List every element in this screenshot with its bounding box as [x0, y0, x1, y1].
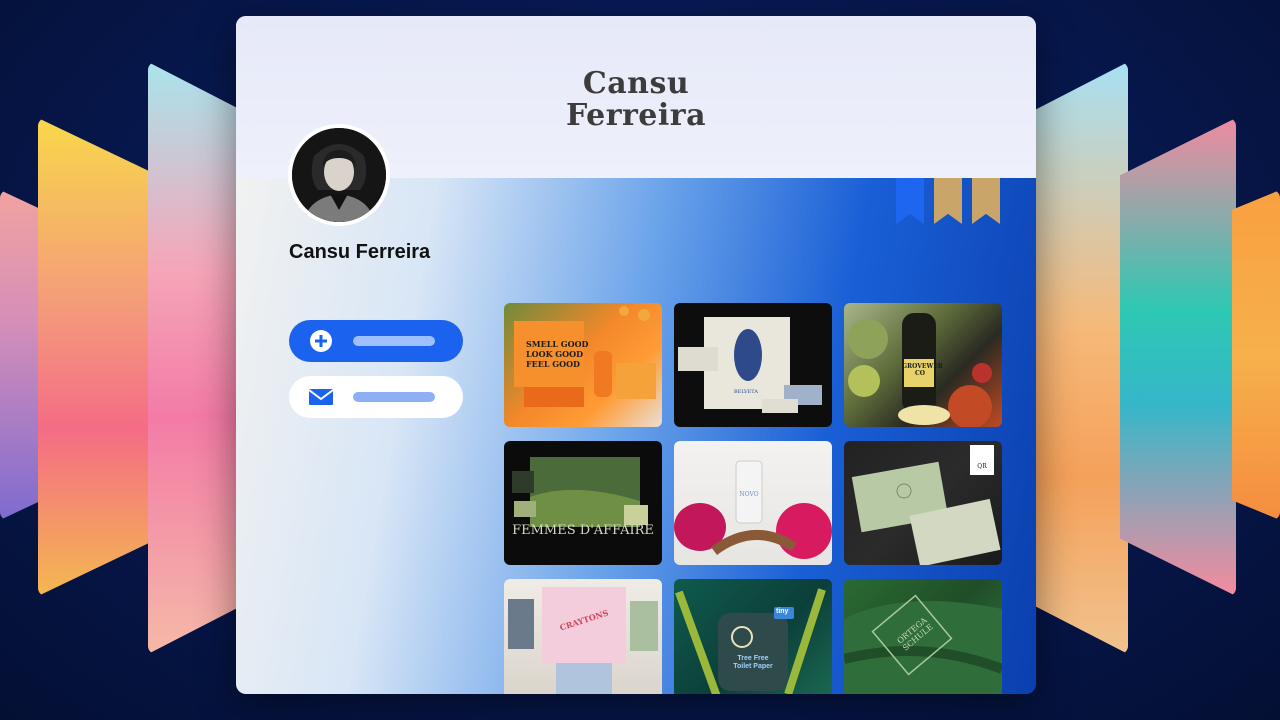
decor-panel-right-2 — [1120, 118, 1236, 596]
add-button[interactable] — [289, 320, 463, 362]
bookmark-icon[interactable] — [972, 178, 1000, 224]
bamboo-package-image — [675, 588, 826, 694]
brand-logo: Cansu Ferreira — [236, 68, 1036, 132]
green-pouches-image — [851, 445, 1001, 565]
tile-text-line: FEEL GOOD — [526, 359, 580, 369]
avatar[interactable] — [288, 124, 390, 226]
bookmark-group — [896, 178, 1006, 226]
decor-panel-left-2 — [38, 118, 158, 596]
landscape-print-image — [512, 457, 648, 527]
portfolio-tile-beverage-can[interactable]: NOVO — [674, 441, 832, 565]
message-button[interactable] — [289, 376, 463, 418]
portfolio-tile-stationery[interactable]: BELVETA — [674, 303, 832, 427]
portfolio-tile-femmes-daffaire[interactable]: FEMMES D'AFFAIRE — [504, 441, 662, 565]
plus-circle-icon — [310, 330, 332, 352]
profile-name: Cansu Ferreira — [289, 241, 431, 263]
portfolio-tile-green-packaging[interactable]: QR — [844, 441, 1002, 565]
envelope-icon — [308, 389, 334, 405]
decor-panel-right-3 — [1232, 190, 1280, 520]
decor-panel-left-1 — [0, 190, 42, 520]
portfolio-tile-packaging-orange[interactable]: SMELL GOOD LOOK GOOD FEEL GOOD — [504, 303, 662, 427]
tile-text-line: Tree Free — [737, 655, 769, 662]
tile-label: NOVO — [739, 491, 759, 498]
tile-text-line: Toilet Paper — [733, 663, 773, 670]
portfolio-tile-ortega-schule[interactable]: ORTEGA SCHULE — [844, 579, 1002, 694]
bookmark-icon[interactable] — [896, 178, 924, 224]
craytons-box-image — [508, 587, 658, 694]
tile-label: BELVETA — [734, 389, 758, 395]
stationery-image — [678, 317, 822, 413]
add-button-label-placeholder — [353, 336, 435, 346]
tile-label: FEMMES D'AFFAIRE — [512, 523, 654, 538]
brand-line-1: Cansu — [582, 66, 690, 101]
beverage-can-image — [674, 460, 832, 559]
tile-label: GROVEWER CO — [902, 363, 943, 377]
tile-badge: tiny — [776, 608, 789, 615]
tile-text-line: SMELL GOOD — [526, 339, 589, 349]
tile-label: QR — [977, 463, 987, 470]
decor-panel-right-1 — [1036, 62, 1128, 654]
portfolio-tile-olive-oil[interactable]: GROVEWER CO — [844, 303, 1002, 427]
profile-window: Cansu Ferreira Cansu Ferreira SMELL GOOD… — [236, 16, 1036, 694]
decor-panel-left-3 — [148, 62, 240, 654]
portfolio-tile-tree-free[interactable]: tiny Tree Free Toilet Paper — [674, 579, 832, 694]
portfolio-tile-craytons[interactable]: CRAYTONS — [504, 579, 662, 694]
person-silhouette-icon — [292, 128, 386, 222]
tile-text-line: LOOK GOOD — [526, 349, 584, 359]
bookmark-icon[interactable] — [934, 178, 962, 224]
message-button-label-placeholder — [353, 392, 435, 402]
